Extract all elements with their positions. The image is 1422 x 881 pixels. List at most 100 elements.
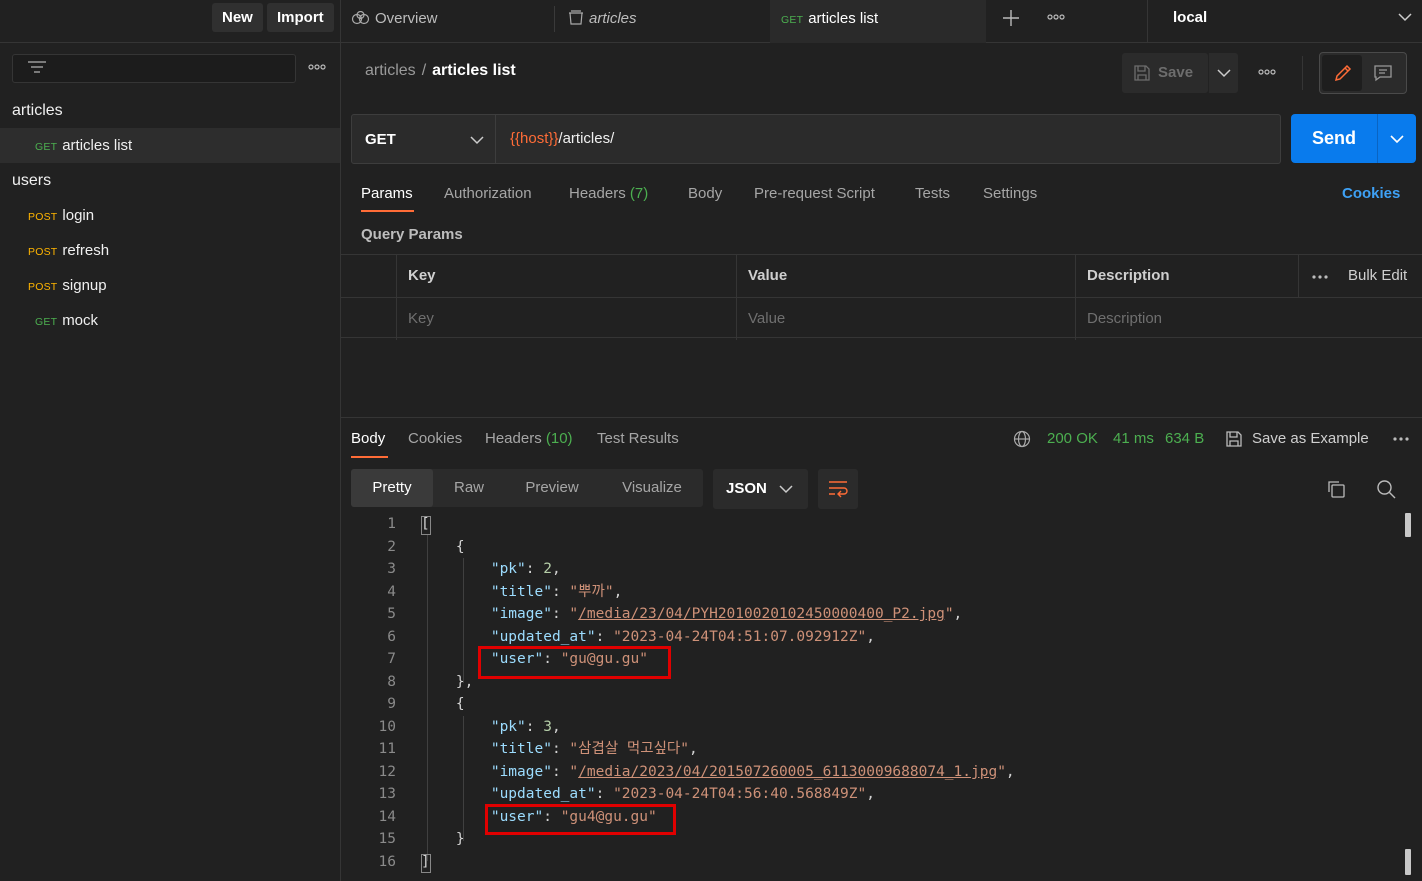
response-divider[interactable]	[341, 417, 1422, 418]
save-dropdown-button[interactable]	[1208, 53, 1238, 93]
scrollbar-thumb[interactable]	[1405, 849, 1411, 875]
tab-headers[interactable]: Headers (7)	[569, 185, 648, 202]
tab-articles[interactable]: articles	[567, 0, 637, 43]
format-raw[interactable]: Raw	[436, 469, 502, 507]
response-tab-test-results[interactable]: Test Results	[597, 430, 679, 447]
language-select[interactable]: JSON	[713, 469, 808, 509]
json-value: 3	[543, 719, 552, 735]
key-input[interactable]: Key	[396, 298, 737, 340]
scrollbar-thumb[interactable]	[1405, 513, 1411, 537]
headers-count: (10)	[545, 430, 573, 447]
save-label: Save	[1158, 64, 1194, 81]
divider	[1302, 56, 1303, 90]
breadcrumb: articles / articles list	[365, 62, 516, 80]
response-size[interactable]: 634 B	[1165, 430, 1204, 447]
more-options-icon[interactable]	[1311, 274, 1329, 280]
request-label: mock	[62, 312, 99, 329]
description-input[interactable]: Description	[1075, 298, 1422, 340]
globe-icon[interactable]	[1013, 430, 1031, 448]
tab-params[interactable]: Params	[361, 185, 413, 202]
tab-overview[interactable]: Overview	[351, 0, 438, 43]
json-link-value[interactable]: /media/2023/04/201507260005_611300096880…	[578, 764, 997, 780]
response-tab-cookies[interactable]: Cookies	[408, 430, 462, 447]
tab-body[interactable]: Body	[688, 185, 722, 202]
cookies-link[interactable]: Cookies	[1342, 185, 1400, 202]
copy-icon[interactable]	[1326, 479, 1346, 499]
breadcrumb-current[interactable]: articles list	[432, 62, 516, 79]
breadcrumb-separator: /	[421, 62, 427, 79]
save-button[interactable]: Save	[1122, 53, 1208, 93]
status-code[interactable]: 200 OK	[1047, 430, 1098, 447]
method-select[interactable]: GET	[351, 114, 496, 164]
value-input[interactable]: Value	[736, 298, 1075, 340]
save-icon	[1134, 65, 1150, 81]
query-params-table: Key Value Description Bulk Edit Key Valu…	[341, 254, 1422, 340]
sidebar-search-input[interactable]	[12, 54, 296, 83]
line-number: 16	[378, 854, 396, 870]
chevron-down-icon	[1217, 69, 1231, 78]
send-dropdown-button[interactable]	[1377, 114, 1416, 163]
more-options-icon[interactable]	[1046, 12, 1066, 22]
url-variable: {{host}}	[510, 130, 559, 147]
send-button[interactable]: Send	[1291, 114, 1377, 163]
tab-label: Headers	[569, 185, 626, 202]
new-button[interactable]: New	[212, 3, 263, 32]
method-badge: GET	[781, 14, 804, 26]
wrap-lines-button[interactable]	[818, 469, 858, 509]
plus-icon[interactable]	[1002, 9, 1020, 27]
comment-icon[interactable]	[1373, 64, 1393, 82]
method-badge: POST	[28, 211, 58, 223]
edit-mode-button[interactable]	[1322, 55, 1362, 91]
more-options-icon[interactable]	[1392, 436, 1410, 442]
view-mode-toggle	[1319, 52, 1407, 94]
tab-divider	[554, 6, 555, 32]
headers-count: (7)	[629, 185, 649, 202]
format-pretty[interactable]: Pretty	[351, 469, 433, 507]
import-button[interactable]: Import	[267, 3, 334, 32]
response-tab-headers[interactable]: Headers (10)	[485, 430, 573, 447]
sidebar-item-refresh[interactable]: POST refresh	[0, 233, 340, 268]
chevron-down-icon	[1398, 13, 1412, 22]
request-label: refresh	[62, 242, 110, 259]
environment-selector[interactable]: local	[1147, 0, 1422, 43]
highlight-box	[478, 646, 671, 679]
more-options-icon[interactable]	[307, 60, 327, 74]
more-options-icon[interactable]	[1257, 66, 1277, 78]
tab-articles-list[interactable]: GET articles list	[770, 0, 986, 43]
sidebar-item-login[interactable]: POST login	[0, 198, 340, 233]
search-icon[interactable]	[1376, 479, 1396, 499]
environment-label: local	[1173, 9, 1208, 26]
chevron-down-icon	[1390, 135, 1404, 144]
line-number: 4	[387, 584, 396, 600]
method-badge: POST	[28, 246, 58, 258]
json-value: "2023-04-24T04:51:07.092912Z"	[613, 629, 867, 645]
sidebar-item-mock[interactable]: GET mock	[0, 303, 340, 338]
tab-pre-request-script[interactable]: Pre-request Script	[754, 185, 875, 202]
method-label: GET	[365, 131, 396, 148]
sidebar-item-articles-list[interactable]: GET articles list	[0, 128, 340, 163]
tab-authorization[interactable]: Authorization	[444, 185, 532, 202]
chevron-down-icon	[470, 136, 484, 145]
url-path: /articles/	[558, 130, 615, 147]
response-tab-body[interactable]: Body	[351, 430, 385, 447]
folder-users[interactable]: users	[0, 163, 340, 198]
format-preview[interactable]: Preview	[511, 469, 593, 507]
json-link-value[interactable]: /media/23/04/PYH2010020102450000400_P2.j…	[578, 606, 945, 622]
folder-articles[interactable]: articles	[0, 93, 340, 128]
bulk-edit-button[interactable]: Bulk Edit	[1348, 255, 1407, 297]
tab-settings[interactable]: Settings	[983, 185, 1037, 202]
tab-tests[interactable]: Tests	[915, 185, 950, 202]
filter-icon[interactable]	[27, 60, 47, 76]
line-number: 11	[378, 741, 396, 757]
breadcrumb-parent[interactable]: articles	[365, 62, 416, 79]
save-as-example-button[interactable]: Save as Example	[1252, 430, 1369, 447]
active-tab-indicator	[351, 456, 388, 458]
method-badge: GET	[35, 316, 58, 328]
url-input[interactable]: {{host}}/articles/	[495, 114, 1281, 164]
format-visualize[interactable]: Visualize	[607, 469, 697, 507]
line-number: 8	[387, 674, 396, 690]
response-time[interactable]: 41 ms	[1113, 430, 1154, 447]
sidebar-item-signup[interactable]: POST signup	[0, 268, 340, 303]
overview-icon	[351, 10, 370, 25]
json-value: "뿌까"	[569, 584, 614, 600]
